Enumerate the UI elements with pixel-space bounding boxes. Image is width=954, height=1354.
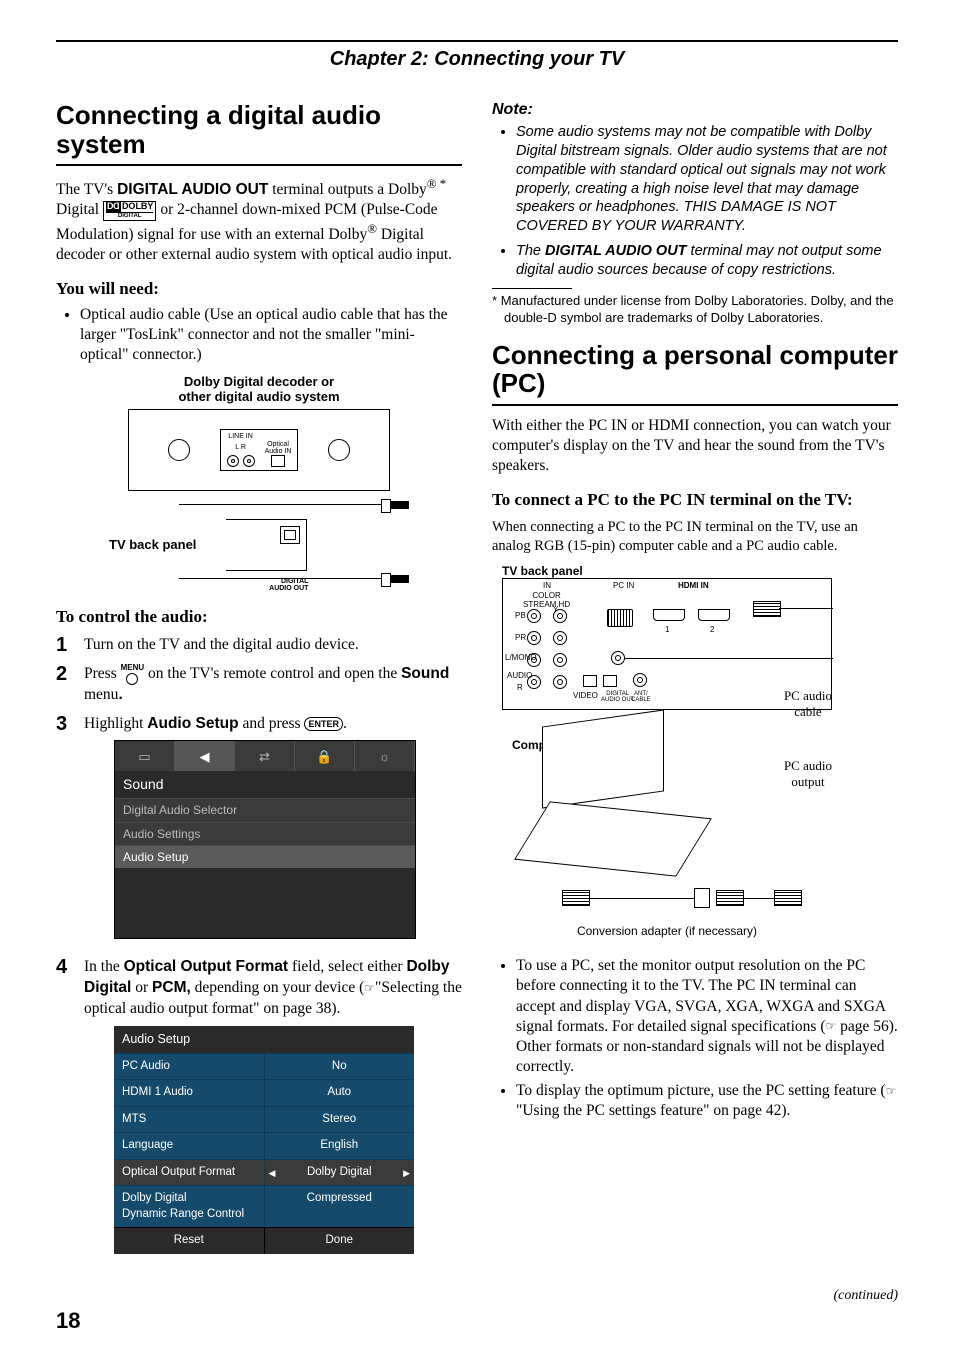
note-heading: Note: [492,101,898,119]
optical-cable-bullet: Optical audio cable (Use an optical audi… [80,305,462,365]
digital-audio-diagram: Dolby Digital decoder or other digital a… [56,374,462,593]
pointer-icon: ☞ [364,980,375,996]
sound-menu-screenshot: ▭ ◀ ⇄ 🔒 ☼ Sound Digital Audio Selector A… [114,740,416,938]
pc-bullet-2: To display the optimum picture, use the … [516,1081,898,1121]
pc-audio-output-label: PC audio output [784,758,832,790]
pc-intro: With either the PC IN or HDMI connection… [492,416,898,476]
note-2: The DIGITAL AUDIO OUT terminal may not o… [516,242,898,280]
heading-pc: Connecting a personal computer (PC) [492,341,898,398]
pointer-icon: ☞ [826,1019,837,1035]
step-3: Highlight Audio Setup and press ENTER. ▭… [56,714,462,949]
pc-diagram: TV back panel IN COLOR STREAM HD PC IN H… [502,564,832,948]
note-1: Some audio systems may not be compatible… [516,123,898,236]
intro-digital-audio: The TV's DIGITAL AUDIO OUT terminal outp… [56,176,462,265]
heading-digital-audio: Connecting a digital audio system [56,101,462,158]
step-4: In the Optical Output Format field, sele… [56,957,462,1264]
menu-button-icon: MENU [121,664,145,685]
pointer-icon: ☞ [886,1084,897,1100]
dolby-footnote: * Manufactured under license from Dolby … [492,293,898,327]
right-column: Note: Some audio systems may not be comp… [492,101,898,1272]
to-control-audio-heading: To control the audio: [56,607,462,627]
page-number: 18 [56,1308,80,1334]
pc-bullet-1: To use a PC, set the monitor output reso… [516,956,898,1077]
chapter-title: Chapter 2: Connecting your TV [56,48,898,71]
laptop-icon [512,718,712,898]
you-will-need-heading: You will need: [56,279,462,299]
step-1: Turn on the TV and the digital audio dev… [56,635,462,656]
pc-audio-cable-label: PC audio cable [784,688,832,720]
pc-connect-body: When connecting a PC to the PC IN termin… [492,518,898,556]
audio-setup-screenshot: Audio Setup PC AudioNo HDMI 1 AudioAuto … [114,1026,414,1254]
enter-button-icon: ENTER [304,717,343,731]
step-2: Press MENU on the TV's remote control an… [56,664,462,706]
conversion-adapter-label: Conversion adapter (if necessary) [502,924,832,938]
pc-connect-subhead: To connect a PC to the PC IN terminal on… [492,490,898,510]
left-column: Connecting a digital audio system The TV… [56,101,462,1272]
continued-label: (continued) [833,1288,898,1304]
dolby-logo-icon: DOLBYDIGITAL [103,201,157,220]
